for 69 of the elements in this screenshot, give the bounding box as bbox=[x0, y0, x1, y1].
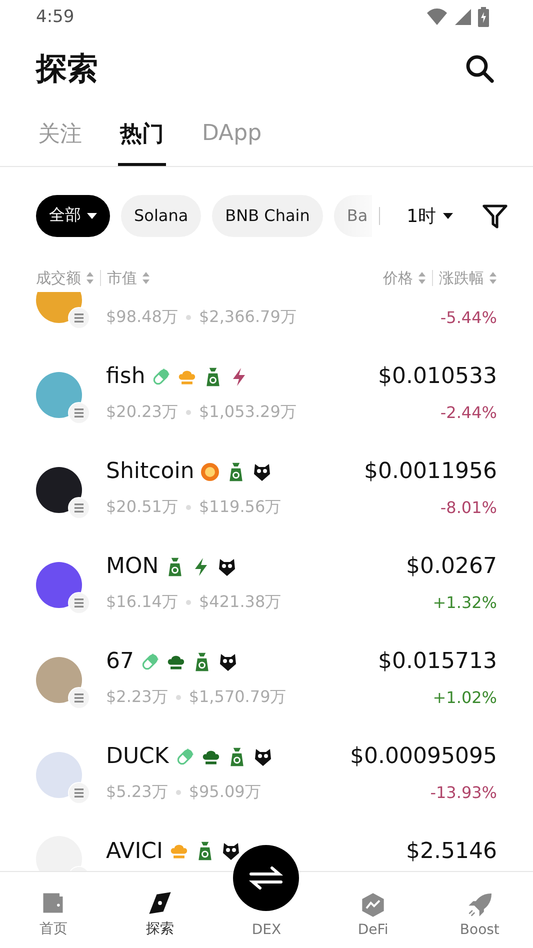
signal-icon bbox=[454, 8, 472, 26]
sort-icon bbox=[418, 271, 426, 285]
battery-icon bbox=[478, 7, 489, 27]
nav-item[interactable]: 首页 bbox=[0, 872, 107, 948]
compass-icon bbox=[146, 890, 173, 916]
nav-item[interactable]: Boost bbox=[426, 872, 533, 948]
chain-badge-icon bbox=[68, 782, 90, 804]
token-name: fish bbox=[106, 364, 146, 389]
token-price: $0.0011956 bbox=[364, 459, 497, 484]
chain-badge-icon bbox=[68, 686, 90, 708]
token-name: 67 bbox=[106, 649, 134, 674]
wifi-icon bbox=[426, 8, 448, 26]
chain-filter-chip[interactable]: Ba bbox=[334, 194, 372, 236]
price-change: -13.93% bbox=[430, 783, 497, 802]
sort-header[interactable]: 市值 bbox=[107, 268, 150, 288]
caret-icon bbox=[443, 212, 454, 218]
market-cap-text: $1,570.79万 bbox=[188, 687, 286, 708]
token-name: DUCK bbox=[106, 744, 169, 769]
timeframe-dropdown[interactable]: 1时 bbox=[398, 204, 462, 228]
volume-text: $20.23万 bbox=[106, 402, 178, 423]
sort-icon bbox=[142, 271, 150, 285]
price-change: -2.44% bbox=[440, 403, 497, 422]
sort-icon bbox=[86, 271, 94, 285]
sort-header[interactable]: 价格 bbox=[383, 268, 426, 288]
caret-icon bbox=[87, 212, 97, 218]
volume-text: $5.23万 bbox=[106, 782, 168, 803]
token-name: Shitcoin bbox=[106, 459, 194, 484]
chain-badge-icon bbox=[68, 592, 90, 614]
market-cap-text: $95.09万 bbox=[188, 782, 261, 803]
token-price: $0.0267 bbox=[406, 554, 497, 579]
chain-filter-chip[interactable]: BNB Chain bbox=[212, 194, 323, 236]
volume-text: $16.14万 bbox=[106, 592, 178, 613]
token-name: AVICI bbox=[106, 838, 164, 864]
market-cap-text: $1,053.29万 bbox=[198, 402, 296, 423]
rocket-icon bbox=[466, 892, 493, 918]
tab[interactable]: 热门 bbox=[118, 104, 166, 166]
token-price: $2.5146 bbox=[406, 838, 497, 864]
price-change: -8.01% bbox=[440, 498, 497, 517]
chain-badge-icon bbox=[68, 496, 90, 518]
chain-filter-chip[interactable]: Solana bbox=[121, 194, 202, 236]
nav-item[interactable]: 探索 bbox=[106, 872, 214, 948]
search-button[interactable] bbox=[465, 54, 495, 84]
price-change: +1.32% bbox=[432, 593, 497, 612]
tab[interactable]: 关注 bbox=[36, 104, 84, 166]
volume-text: $20.51万 bbox=[106, 497, 178, 518]
sort-icon bbox=[489, 271, 497, 285]
token-price: $0.010533 bbox=[378, 364, 497, 389]
volume-text: $2.23万 bbox=[106, 687, 168, 708]
token-price: $0.00095095 bbox=[350, 744, 497, 769]
market-cap-text: $2,366.79万 bbox=[198, 307, 296, 328]
page-title: 探索 bbox=[36, 50, 98, 89]
filter-button[interactable] bbox=[482, 202, 508, 228]
sort-header[interactable]: 涨跌幅 bbox=[439, 268, 497, 288]
hexagon-chart-icon bbox=[360, 892, 386, 918]
price-change: -5.44% bbox=[440, 308, 497, 327]
sort-header[interactable]: 成交额 bbox=[36, 268, 94, 288]
market-cap-text: $421.38万 bbox=[198, 592, 282, 613]
nav-item[interactable]: DEX bbox=[213, 845, 320, 948]
chain-filter-chip[interactable]: 全部 bbox=[36, 194, 110, 236]
token-price: $0.015713 bbox=[378, 649, 497, 674]
market-cap-text: $119.56万 bbox=[198, 497, 282, 518]
tab[interactable]: DApp bbox=[200, 104, 264, 166]
token-name: MON bbox=[106, 554, 159, 579]
chain-badge-icon bbox=[68, 402, 90, 424]
nav-item[interactable]: DeFi bbox=[320, 872, 426, 948]
price-change: +1.02% bbox=[432, 688, 497, 707]
chain-badge-icon bbox=[68, 306, 90, 328]
volume-text: $98.48万 bbox=[106, 307, 178, 328]
status-time: 4:59 bbox=[36, 7, 74, 27]
